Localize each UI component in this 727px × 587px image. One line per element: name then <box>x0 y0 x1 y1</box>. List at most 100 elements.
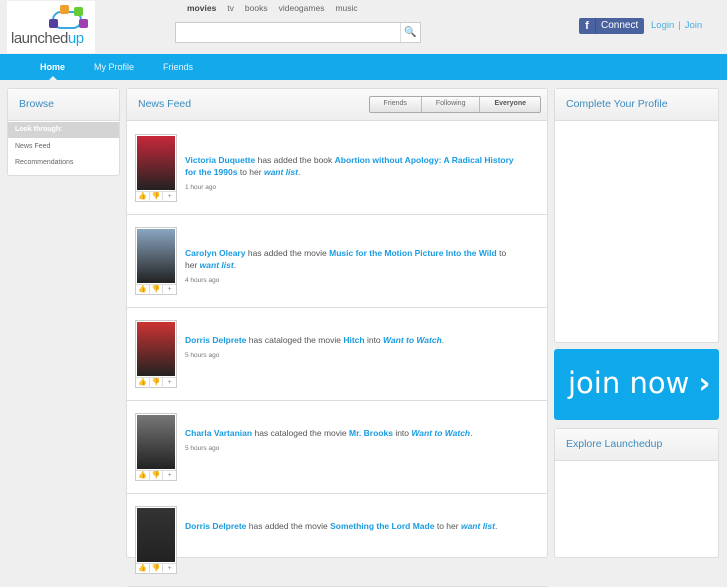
thumbs-down-icon[interactable]: 👎 <box>148 192 163 202</box>
thumbs-down-icon[interactable]: 👎 <box>148 285 163 295</box>
join-now-button[interactable]: join now › <box>554 349 719 420</box>
user-link[interactable]: Dorris Delprete <box>185 521 246 531</box>
list-link[interactable]: Want to Watch <box>383 335 442 345</box>
add-icon[interactable]: + <box>162 378 176 388</box>
feed-item-text: Dorris Delprete has cataloged the movie … <box>185 335 445 345</box>
search-input[interactable]: 🔍 <box>175 22 421 43</box>
tv-graphic <box>60 5 69 14</box>
connect-label: Connect <box>601 20 639 31</box>
user-link[interactable]: Victoria Duquette <box>185 155 255 165</box>
category-videogames[interactable]: videogames <box>279 3 325 13</box>
explore-title: Explore Launchedup <box>555 429 718 461</box>
cover-image[interactable] <box>137 136 175 190</box>
thumbs-up-icon[interactable]: 👍 <box>136 564 149 574</box>
cover-thumbnail[interactable]: 👍 👎 + <box>135 413 177 481</box>
complete-profile-panel: Complete Your Profile <box>554 88 719 343</box>
action-text: has added the book <box>257 155 333 165</box>
logo-text: launched <box>11 30 68 47</box>
feed-item-text: Dorris Delprete has added the movie Some… <box>185 521 498 531</box>
browse-recommendations[interactable]: Recommendations <box>8 154 119 170</box>
book-graphic <box>49 19 58 28</box>
cover-thumbnail[interactable]: 👍 👎 + <box>135 134 177 202</box>
music-graphic <box>79 19 88 28</box>
feed-item: 👍 👎 + Victoria Duquette has added the book… <box>127 122 547 215</box>
thumbs-down-icon[interactable]: 👎 <box>148 471 163 481</box>
timestamp: 1 hour ago <box>185 184 217 191</box>
rating-actions: 👍 👎 + <box>136 377 176 388</box>
user-link[interactable]: Charla Vartanian <box>185 428 252 438</box>
complete-profile-title: Complete Your Profile <box>555 89 718 121</box>
cover-image[interactable] <box>137 322 175 376</box>
timestamp: 5 hours ago <box>185 352 220 359</box>
main-nav: Home My Profile Friends <box>0 54 727 80</box>
prep-text: to her <box>239 167 262 177</box>
feed-item: 👍 👎 + Dorris Delprete has added the movie … <box>127 494 547 587</box>
cover-image[interactable] <box>137 415 175 469</box>
nav-home[interactable]: Home <box>40 54 65 80</box>
action-text: has added the movie <box>248 521 328 531</box>
login-link[interactable]: Login <box>651 20 674 31</box>
action-text: has cataloged the movie <box>254 428 347 438</box>
feed-item: 👍 👎 + Dorris Delprete has cataloged the mo… <box>127 308 547 401</box>
timestamp: 5 hours ago <box>185 445 220 452</box>
thumbs-up-icon[interactable]: 👍 <box>136 378 149 388</box>
rating-actions: 👍 👎 + <box>136 470 176 481</box>
timestamp: 4 hours ago <box>185 277 220 284</box>
separator: | <box>678 20 681 31</box>
list-link[interactable]: want list <box>461 521 495 531</box>
rating-actions: 👍 👎 + <box>136 191 176 202</box>
logo-text-accent: up <box>67 30 84 47</box>
auth-links: Login | Join <box>651 20 702 31</box>
cover-thumbnail[interactable]: 👍 👎 + <box>135 227 177 295</box>
action-text: has cataloged the movie <box>248 335 341 345</box>
thumbs-up-icon[interactable]: 👍 <box>136 285 149 295</box>
list-link[interactable]: Want to Watch <box>411 428 470 438</box>
category-books[interactable]: books <box>245 3 268 13</box>
facebook-icon: f <box>579 18 596 34</box>
title-link[interactable]: Hitch <box>343 335 364 345</box>
nav-my-profile[interactable]: My Profile <box>94 54 134 80</box>
user-link[interactable]: Carolyn Oleary <box>185 248 245 258</box>
cover-image[interactable] <box>137 508 175 562</box>
add-icon[interactable]: + <box>162 564 176 574</box>
look-through-label: Look through: <box>8 122 119 138</box>
feed-item-text: Carolyn Oleary has added the movie Music… <box>185 248 507 270</box>
category-music[interactable]: music <box>335 3 357 13</box>
add-icon[interactable]: + <box>162 285 176 295</box>
rating-actions: 👍 👎 + <box>136 284 176 295</box>
logo[interactable]: launchedup <box>7 1 95 53</box>
thumbs-down-icon[interactable]: 👎 <box>148 378 163 388</box>
prep-text: to her <box>436 521 459 531</box>
add-icon[interactable]: + <box>162 471 176 481</box>
title-link[interactable]: Mr. Brooks <box>349 428 393 438</box>
nav-friends[interactable]: Friends <box>163 54 193 80</box>
cover-thumbnail[interactable]: 👍 👎 + <box>135 506 177 574</box>
cover-image[interactable] <box>137 229 175 283</box>
cover-thumbnail[interactable]: 👍 👎 + <box>135 320 177 388</box>
thumbs-down-icon[interactable]: 👎 <box>148 564 163 574</box>
title-link[interactable]: Music for the Motion Picture Into the Wi… <box>329 248 497 258</box>
browse-news-feed[interactable]: News Feed <box>8 138 119 154</box>
tab-everyone[interactable]: Everyone <box>479 97 540 112</box>
tab-friends[interactable]: Friends <box>369 97 421 112</box>
thumbs-up-icon[interactable]: 👍 <box>136 192 149 202</box>
facebook-connect-button[interactable]: f Connect <box>579 18 644 34</box>
browse-title: Browse <box>8 89 119 121</box>
action-text: has added the movie <box>247 248 327 258</box>
join-link[interactable]: Join <box>685 20 702 31</box>
gamepad-graphic <box>74 7 83 16</box>
list-link[interactable]: want list <box>264 167 298 177</box>
category-movies[interactable]: movies <box>187 3 216 13</box>
tab-following[interactable]: Following <box>420 97 480 112</box>
thumbs-up-icon[interactable]: 👍 <box>136 471 149 481</box>
title-link[interactable]: Something the Lord Made <box>330 521 434 531</box>
feed-filter-tabs: Friends Following Everyone <box>368 96 541 113</box>
browse-panel: Browse Look through: News Feed Recommend… <box>7 88 120 176</box>
list-link[interactable]: want list <box>200 260 234 270</box>
category-tv[interactable]: tv <box>227 3 234 13</box>
category-nav: movies tv books videogames music <box>187 3 358 13</box>
add-icon[interactable]: + <box>162 192 176 202</box>
prep-text: into <box>395 428 410 438</box>
user-link[interactable]: Dorris Delprete <box>185 335 246 345</box>
search-icon[interactable]: 🔍 <box>400 23 420 42</box>
